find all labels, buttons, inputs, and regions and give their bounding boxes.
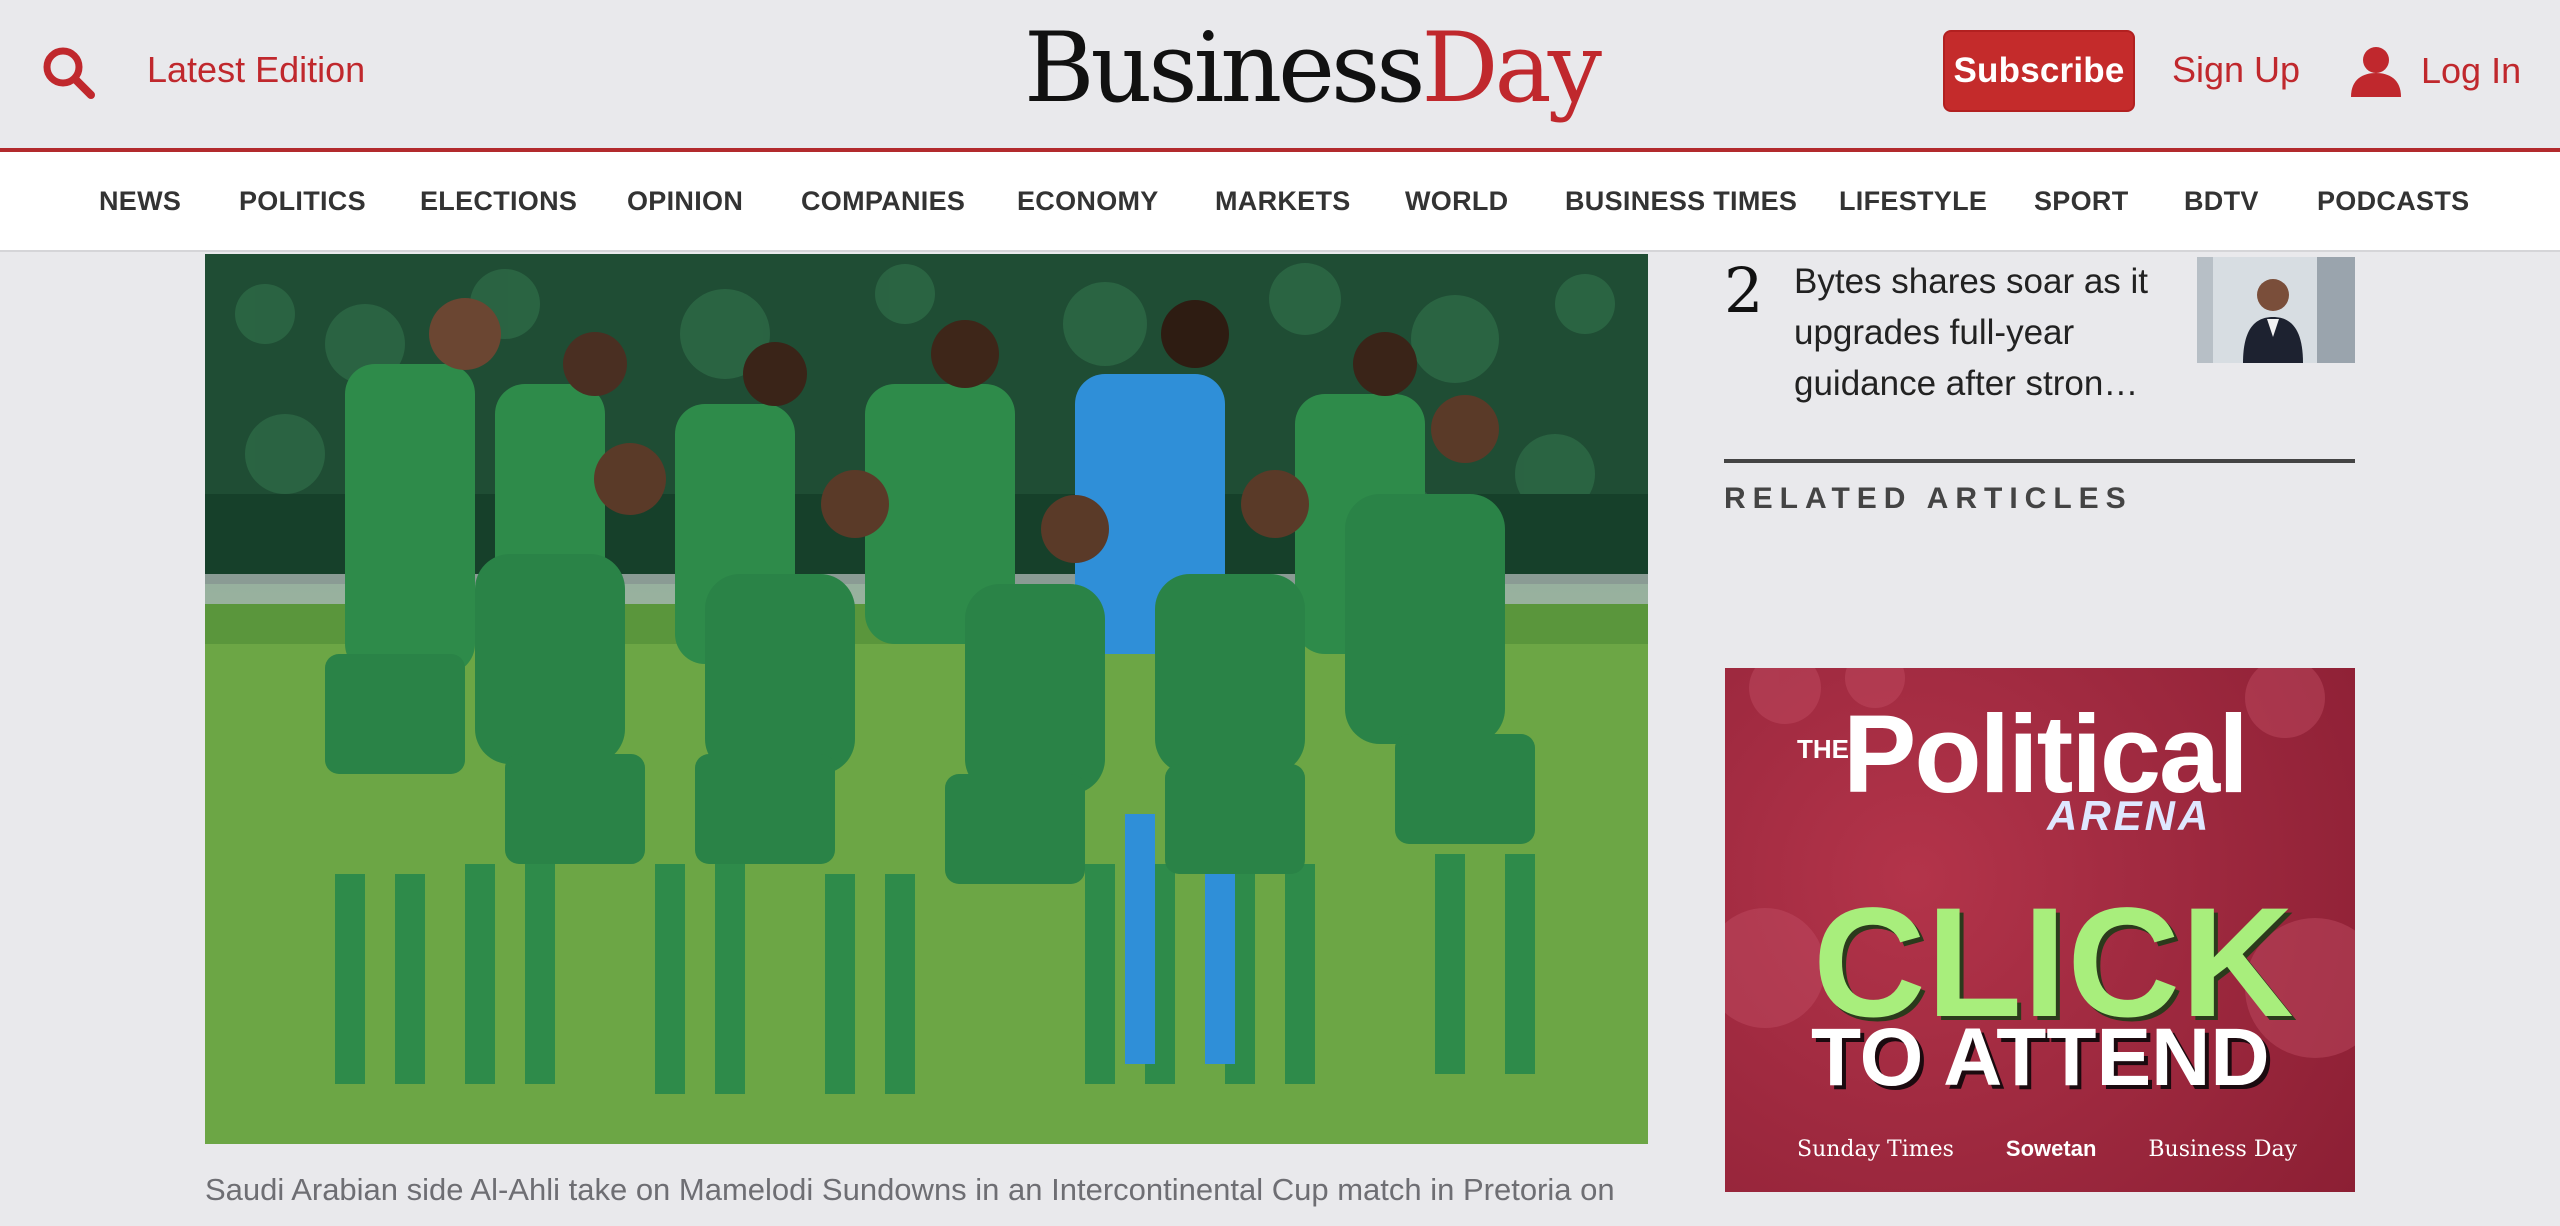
search-icon[interactable]: [40, 44, 96, 100]
sponsor-sunday-times-logo: Sunday Times: [1797, 1136, 1954, 1162]
logo-text-day: Day: [1421, 12, 1602, 124]
nav-opinion[interactable]: OPINION: [627, 186, 743, 217]
image-caption: Saudi Arabian side Al-Ahli take on Mamel…: [205, 1172, 1615, 1207]
nav-companies[interactable]: COMPANIES: [801, 186, 965, 217]
sign-up-link[interactable]: Sign Up: [2172, 48, 2300, 92]
ad-sponsor-logos: Sunday Times Sowetan Business Day: [1797, 1136, 2297, 1162]
related-articles-heading: RELATED ARTICLES: [1724, 482, 2133, 515]
article-hero-image: [205, 254, 1648, 1144]
sponsor-business-day-logo: Business Day: [2148, 1136, 2297, 1162]
nav-markets[interactable]: MARKETS: [1215, 186, 1351, 217]
trending-article-title[interactable]: Bytes shares soar as it upgrades full-ye…: [1794, 256, 2194, 409]
nav-economy[interactable]: ECONOMY: [1017, 186, 1159, 217]
nav-podcasts[interactable]: PODCASTS: [2317, 186, 2469, 217]
nav-business-times[interactable]: BUSINESS TIMES: [1565, 186, 1797, 217]
ad-the-text: THE: [1797, 734, 1849, 764]
nav-sport[interactable]: SPORT: [2034, 186, 2129, 217]
nav-world[interactable]: WORLD: [1405, 186, 1508, 217]
trending-article-thumbnail[interactable]: [2197, 257, 2355, 363]
trending-rank-number: 2: [1724, 254, 1764, 327]
ad-attend-text: TO ATTEND: [1811, 1012, 2270, 1103]
nav-news[interactable]: NEWS: [99, 186, 181, 217]
sidebar-divider: [1724, 459, 2355, 463]
log-in-button[interactable]: Log In: [2349, 40, 2521, 102]
latest-edition-link[interactable]: Latest Edition: [147, 48, 365, 92]
political-arena-ad[interactable]: THE Political ARENA CLICK TO ATTEND Sund…: [1725, 668, 2355, 1192]
logo-text-business: Business: [1024, 12, 1426, 124]
log-in-label: Log In: [2421, 50, 2522, 91]
nav-lifestyle[interactable]: LIFESTYLE: [1839, 186, 1987, 217]
nav-elections[interactable]: ELECTIONS: [420, 186, 577, 217]
sponsor-sowetan-logo: Sowetan: [2005, 1136, 2097, 1161]
main-nav: NEWS POLITICS ELECTIONS OPINION COMPANIE…: [0, 152, 2560, 252]
ad-arena-text: ARENA: [2047, 792, 2212, 839]
nav-bdtv[interactable]: BDTV: [2184, 186, 2259, 217]
subscribe-button[interactable]: Subscribe: [1943, 30, 2135, 112]
nav-politics[interactable]: POLITICS: [239, 186, 366, 217]
user-icon: [2351, 47, 2401, 97]
site-header: Latest Edition BusinessDay Subscribe Sig…: [0, 0, 2560, 148]
site-logo[interactable]: BusinessDay: [1024, 8, 1602, 124]
